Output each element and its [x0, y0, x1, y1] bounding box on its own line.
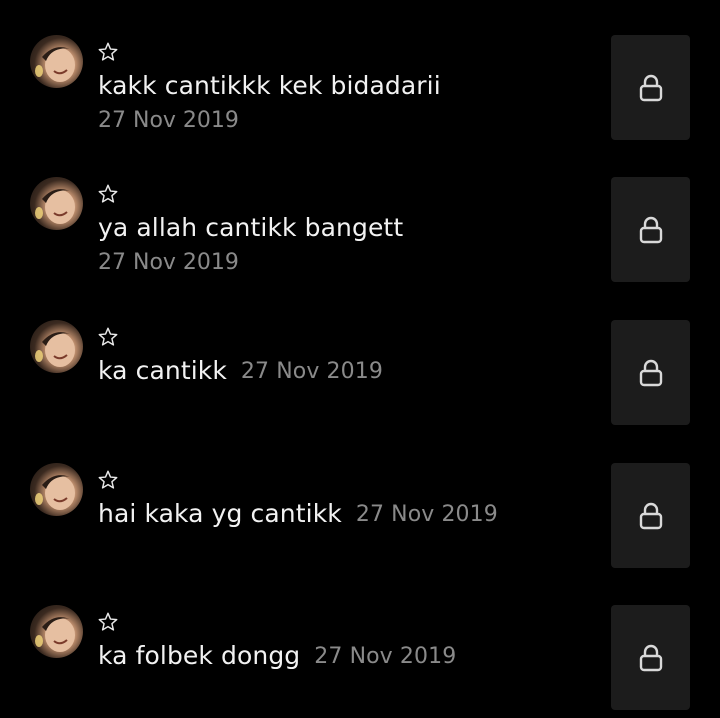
- lock-icon: [639, 216, 662, 243]
- comment-list: kakk cantikkk kek bidadarii 27 Nov 2019 …: [0, 0, 720, 718]
- comment-text: kakk cantikkk kek bidadarii: [98, 71, 441, 100]
- avatar[interactable]: [30, 320, 83, 373]
- comment-date: 27 Nov 2019: [98, 250, 239, 275]
- comment-text: ka cantikk: [98, 356, 227, 385]
- avatar[interactable]: [30, 463, 83, 516]
- comment-row: hai kaka yg cantikk 27 Nov 2019: [0, 463, 720, 569]
- comment-row: ka folbek dongg 27 Nov 2019: [0, 605, 720, 711]
- lock-icon: [639, 359, 662, 386]
- lock-button[interactable]: [611, 35, 690, 140]
- comment-text: hai kaka yg cantikk: [98, 499, 342, 528]
- comment-row: ya allah cantikk bangett 27 Nov 2019: [0, 177, 720, 283]
- lock-icon: [639, 74, 662, 101]
- avatar[interactable]: [30, 605, 83, 658]
- lock-button[interactable]: [611, 320, 690, 425]
- comment-date: 27 Nov 2019: [98, 108, 239, 133]
- comment-text-line: ka folbek dongg 27 Nov 2019: [98, 641, 456, 671]
- lock-icon: [639, 644, 662, 671]
- comment-text-line: hai kaka yg cantikk 27 Nov 2019: [98, 499, 498, 529]
- comment-text: ya allah cantikk bangett: [98, 213, 404, 242]
- comment-text-line: ka cantikk 27 Nov 2019: [98, 356, 383, 386]
- comment-date: 27 Nov 2019: [355, 502, 498, 527]
- avatar[interactable]: [30, 177, 83, 230]
- star-icon[interactable]: [97, 41, 119, 63]
- lock-button[interactable]: [611, 463, 690, 568]
- comment-text: ka folbek dongg: [98, 641, 301, 670]
- star-icon[interactable]: [97, 469, 119, 491]
- avatar[interactable]: [30, 35, 83, 88]
- lock-icon: [639, 502, 662, 529]
- comment-date: 27 Nov 2019: [314, 644, 457, 669]
- comment-row: ka cantikk 27 Nov 2019: [0, 320, 720, 426]
- star-icon[interactable]: [97, 611, 119, 633]
- lock-button[interactable]: [611, 605, 690, 710]
- star-icon[interactable]: [97, 183, 119, 205]
- lock-button[interactable]: [611, 177, 690, 282]
- comment-row: kakk cantikkk kek bidadarii 27 Nov 2019: [0, 35, 720, 141]
- star-icon[interactable]: [97, 326, 119, 348]
- comment-date: 27 Nov 2019: [240, 359, 383, 384]
